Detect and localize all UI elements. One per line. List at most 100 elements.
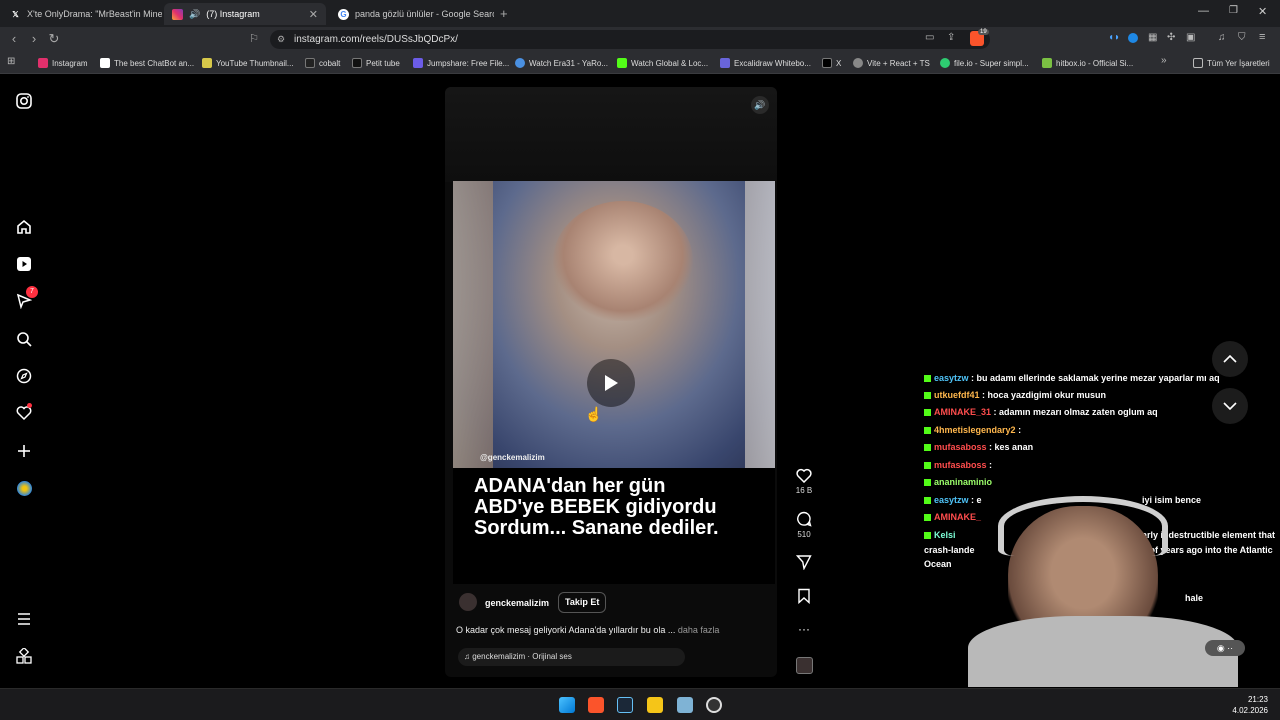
more-menu-icon[interactable] [14,609,34,629]
save-icon[interactable] [794,588,814,604]
audio-thumbnail[interactable] [796,657,813,674]
chat-text: : adamın mezarı olmaz zaten oglum aq [993,407,1158,417]
follow-button[interactable]: Takip Et [558,592,607,613]
chat-username[interactable]: Kelsi [934,530,956,540]
notifications-heart-icon[interactable] [14,403,34,423]
chat-message: Kelsi [924,529,956,541]
comment-icon [797,511,812,527]
new-tab-icon[interactable]: + [500,6,508,21]
chat-username[interactable]: easytzw [934,495,969,505]
instagram-logo-icon[interactable] [14,91,34,111]
tab-bar: 𝕏 X'te OnlyDrama: "MrBeast'in Minecra 🔊 … [0,0,1280,27]
reel-container[interactable]: 🔊 @genckemalizim ADANA'dan her gün ABD'y… [445,87,777,677]
brave-browser-icon[interactable] [588,697,604,713]
vpn-icon[interactable] [1128,33,1138,43]
speaker-icon[interactable]: 🔊 [189,9,200,20]
more-link[interactable]: daha fazla [678,625,720,635]
play-button[interactable] [587,359,635,407]
bookmark-item[interactable]: Vite + React + TS [853,56,930,70]
close-tab-icon[interactable]: ✕ [309,8,318,21]
messages-icon[interactable]: 7 [14,286,38,311]
extension-icon[interactable]: ▦ [1148,32,1157,43]
kick-badge-icon [924,497,931,504]
share-icon[interactable] [794,554,814,570]
bookmark-item[interactable]: Watch Global & Loc... [617,56,708,70]
file-explorer-icon[interactable] [647,697,663,713]
url-text: instagram.com/reels/DUSsJbQDcPx/ [294,34,458,45]
audio-chip[interactable]: ♫ genckemalizim · Orijinal ses [458,648,685,666]
chat-username[interactable]: AMINAKE_31 [934,407,991,417]
next-reel-button[interactable] [1212,388,1248,424]
restore-icon[interactable]: ❐ [1229,5,1238,16]
author-username[interactable]: genckemalizim [485,598,549,608]
x-icon: 𝕏 [12,9,19,19]
explore-icon[interactable] [14,366,34,386]
bookmark-item[interactable]: Watch Era31 - YaRo... [515,56,608,70]
tab-title: panda gözlü ünlüler - Google Search [355,9,494,19]
like-action[interactable]: 16 B [794,468,814,495]
kick-icon [617,58,627,68]
ai-icon[interactable]: ◖◗ [1108,32,1120,43]
forward-icon[interactable]: › [26,31,42,47]
bookmark-item[interactable]: Instagram [38,56,88,70]
bookmark-item[interactable]: file.io - Super simpl... [940,56,1029,70]
author-avatar[interactable] [459,593,477,611]
chat-username[interactable]: mufasaboss [934,442,987,452]
google-icon: G [338,8,349,20]
steam-icon[interactable] [617,697,633,713]
chat-username[interactable]: 4hmetislegendary2 [934,425,1016,435]
video-caption: ADANA'dan her gün ABD'ye BEBEK gidiyordu… [474,475,719,539]
reels-icon[interactable] [14,254,34,274]
wallet-icon[interactable]: ⛉ [1238,32,1246,43]
bookmark-item[interactable]: The best ChatBot an... [100,56,194,70]
bookmark-item[interactable]: Petit tube [352,56,400,70]
tab-instagram[interactable]: 🔊 (7) Instagram ✕ [164,3,326,25]
kick-badge-icon [924,427,931,434]
reel-video[interactable]: @genckemalizim [453,181,775,468]
apps-icon[interactable]: ⊞ [7,56,15,67]
instagram-icon [172,8,183,20]
chat-username[interactable]: utkuefdf41 [934,390,980,400]
comment-action[interactable]: 510 [794,511,814,539]
volume-icon[interactable]: 🔊 [751,96,769,114]
url-field[interactable]: ⚙ instagram.com/reels/DUSsJbQDcPx/ [270,30,990,49]
profile-avatar[interactable] [14,478,34,498]
excalidraw-icon [720,58,730,68]
tab-x[interactable]: 𝕏 X'te OnlyDrama: "MrBeast'in Minecra [2,3,162,25]
more-options-icon[interactable]: ··· [794,622,814,636]
bookmark-item[interactable]: hitbox.io - Official Si... [1042,56,1133,70]
bookmark-item[interactable]: Excalidraw Whitebo... [720,56,811,70]
tab-title: (7) Instagram [206,9,260,19]
bookmark-item[interactable]: YouTube Thumbnail... [202,56,294,70]
photos-icon[interactable] [677,697,693,713]
site-info-icon[interactable]: ⚙ [277,30,285,49]
minimize-icon[interactable]: — [1198,5,1209,17]
obs-icon[interactable] [706,697,722,713]
puzzle-icon[interactable]: ✣ [1167,32,1175,43]
search-icon[interactable] [14,329,34,349]
chat-text: : kes anan [989,442,1034,452]
windows-start-icon[interactable] [559,697,575,713]
also-from-meta-icon[interactable] [14,646,34,666]
menu-icon[interactable]: ≡ [1259,31,1265,43]
reload-icon[interactable]: ↻ [46,31,62,47]
mouse-cursor-icon: ☝ [585,406,603,422]
music-icon[interactable]: ♫ [1218,32,1226,43]
bookmark-item[interactable]: Jumpshare: Free File... [413,56,509,70]
sidebar-toggle-icon[interactable]: ▣ [1186,32,1195,43]
clock[interactable]: 21:23 4.02.2026 [1220,694,1268,716]
more-bookmarks-icon[interactable]: » [1161,55,1167,66]
bookmark-page-icon[interactable]: ⚐ [246,31,262,47]
chat-username[interactable]: easytzw [934,373,969,383]
bookmark-item[interactable]: cobalt [305,56,340,70]
home-icon[interactable] [14,217,34,237]
share-icon[interactable]: ⇪ [947,32,955,43]
cast-icon[interactable]: ▭ [925,32,934,43]
create-icon[interactable] [14,441,34,461]
all-bookmarks[interactable]: Tüm Yer İşaretleri [1193,56,1270,70]
close-window-icon[interactable]: ✕ [1258,5,1267,18]
tab-google[interactable]: G panda gözlü ünlüler - Google Search [330,3,494,25]
webcam-overlay [968,466,1238,687]
back-icon[interactable]: ‹ [6,31,22,47]
bookmark-item[interactable]: X [822,56,841,70]
